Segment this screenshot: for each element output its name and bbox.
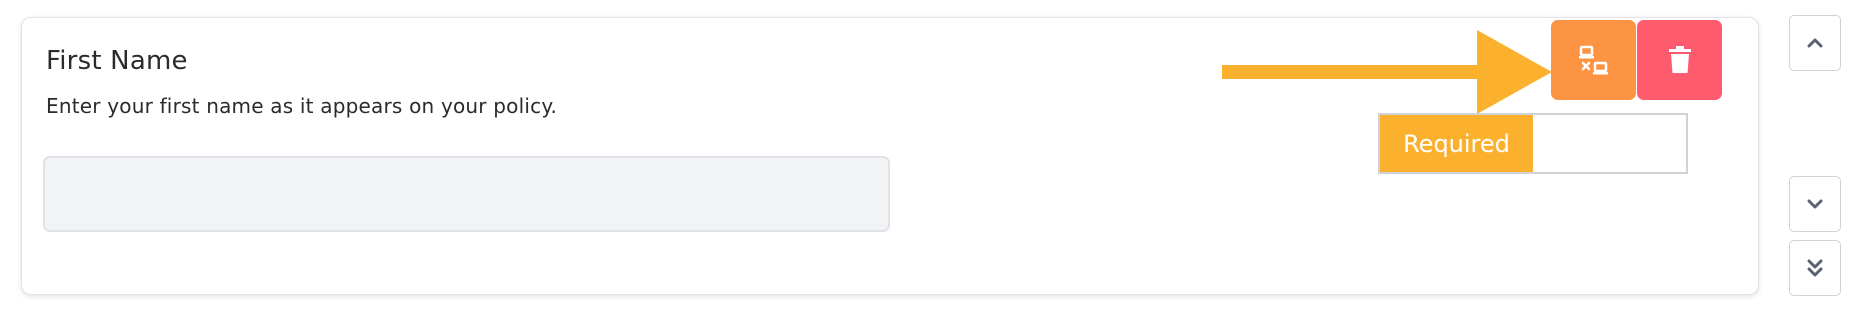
annotation-arrow-icon — [1222, 30, 1552, 114]
field-title: First Name — [46, 46, 188, 76]
required-toggle-inactive[interactable] — [1533, 115, 1686, 172]
chevron-up-icon — [1807, 38, 1823, 48]
field-description: Enter your first name as it appears on y… — [46, 94, 558, 118]
disconnect-network-icon — [1578, 45, 1608, 75]
double-chevron-down-icon — [1807, 259, 1823, 277]
move-down-button[interactable] — [1789, 176, 1841, 232]
delete-field-button[interactable] — [1637, 20, 1722, 100]
required-toggle-active[interactable]: Required — [1380, 115, 1533, 172]
trash-icon — [1668, 46, 1691, 73]
disconnect-network-button[interactable] — [1551, 20, 1636, 100]
chevron-down-icon — [1807, 199, 1823, 209]
required-toggle[interactable]: Required — [1378, 113, 1688, 174]
move-up-button[interactable] — [1789, 15, 1841, 71]
first-name-input[interactable] — [43, 156, 890, 232]
move-to-bottom-button[interactable] — [1789, 240, 1841, 296]
stage: First Name Enter your first name as it a… — [0, 0, 1864, 325]
